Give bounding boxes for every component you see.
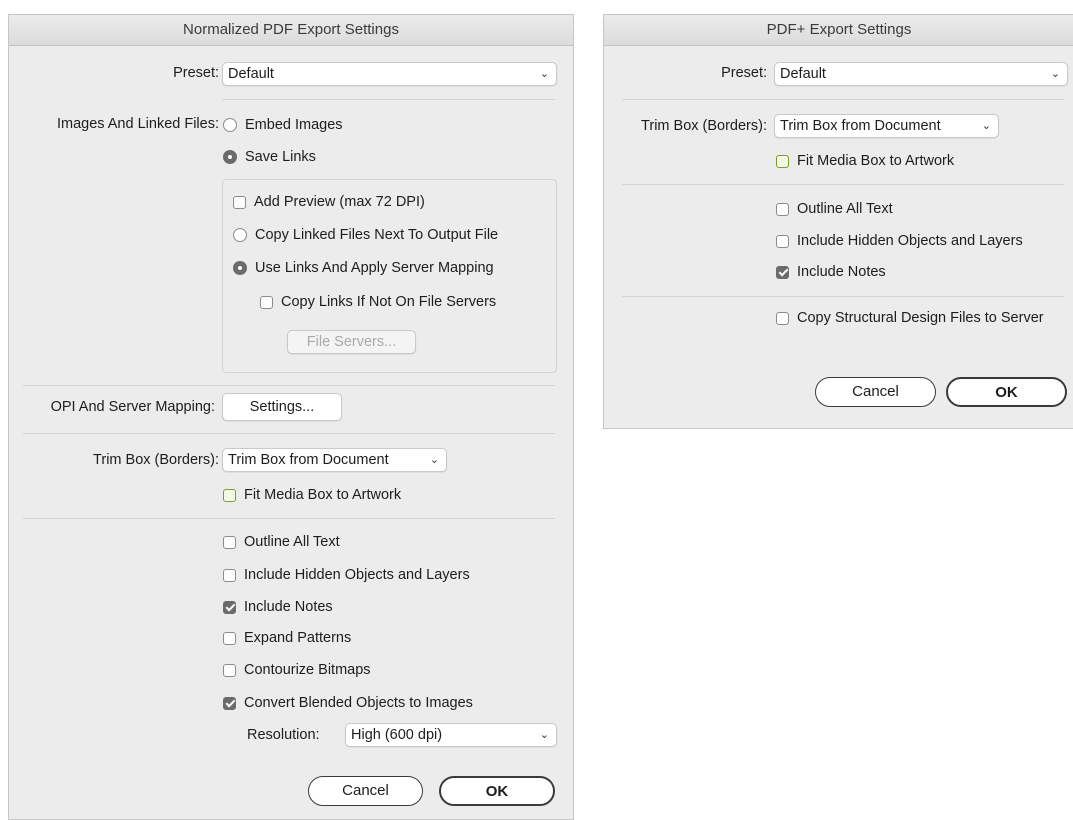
checkbox [776, 202, 789, 216]
ok-button[interactable]: OK [439, 776, 555, 806]
cancel-button[interactable]: Cancel [815, 377, 936, 407]
settings-button[interactable]: Settings... [222, 393, 342, 421]
dialog-title: Normalized PDF Export Settings [9, 15, 573, 46]
checkbox [776, 234, 789, 248]
convert-blended-objects-checkbox[interactable]: Convert Blended Objects to Images [223, 693, 473, 713]
separator [23, 385, 555, 386]
include-notes-checkbox[interactable]: Include Notes [223, 597, 333, 617]
checkbox [260, 295, 273, 309]
checkbox [223, 568, 236, 582]
separator [622, 99, 1064, 100]
chevron-down-icon: ⌄ [1050, 68, 1060, 80]
trim-box-select[interactable]: Trim Box from Document ⌄ [774, 114, 999, 138]
copy-structural-design-checkbox[interactable]: Copy Structural Design Files to Server [776, 309, 1066, 328]
resolution-label: Resolution: [247, 727, 320, 743]
include-notes-checkbox[interactable]: Include Notes [776, 262, 886, 282]
separator [23, 518, 555, 519]
trim-box-value: Trim Box from Document [780, 118, 941, 134]
save-links-radio[interactable]: Save Links [223, 147, 316, 167]
checkbox [776, 265, 789, 279]
preset-value: Default [780, 66, 826, 82]
include-hidden-objects-checkbox[interactable]: Include Hidden Objects and Layers [223, 565, 470, 585]
separator [622, 184, 1064, 185]
normalized-pdf-export-dialog: Normalized PDF Export Settings Preset: D… [8, 14, 574, 820]
fit-media-box-checkbox[interactable]: Fit Media Box to Artwork [223, 485, 401, 505]
cancel-button[interactable]: Cancel [308, 776, 423, 806]
embed-images-radio[interactable]: Embed Images [223, 115, 343, 135]
pdf-plus-export-dialog: PDF+ Export Settings Preset: Default ⌄ T… [603, 14, 1073, 429]
file-servers-button[interactable]: File Servers... [287, 330, 416, 354]
dialog-title: PDF+ Export Settings [604, 15, 1073, 46]
resolution-select[interactable]: High (600 dpi) ⌄ [345, 723, 557, 747]
preset-select[interactable]: Default ⌄ [222, 62, 557, 86]
resolution-value: High (600 dpi) [351, 727, 443, 743]
copy-links-if-not-on-servers-checkbox[interactable]: Copy Links If Not On File Servers [260, 292, 496, 312]
checkbox [233, 195, 246, 209]
contourize-bitmaps-checkbox[interactable]: Contourize Bitmaps [223, 660, 371, 680]
trim-box-value: Trim Box from Document [228, 452, 389, 468]
checkbox [223, 488, 236, 502]
copy-linked-files-radio[interactable]: Copy Linked Files Next To Output File [233, 225, 498, 245]
trim-box-label: Trim Box (Borders): [641, 118, 767, 134]
checkbox [223, 600, 236, 614]
ok-button[interactable]: OK [946, 377, 1067, 407]
separator [622, 296, 1064, 297]
separator [23, 433, 555, 434]
radio-button [223, 150, 237, 164]
opi-server-mapping-label: OPI And Server Mapping: [50, 399, 215, 415]
trim-box-select[interactable]: Trim Box from Document ⌄ [222, 448, 447, 472]
use-links-server-mapping-radio[interactable]: Use Links And Apply Server Mapping [233, 258, 494, 278]
include-hidden-objects-checkbox[interactable]: Include Hidden Objects and Layers [776, 231, 1023, 251]
outline-all-text-checkbox[interactable]: Outline All Text [223, 532, 340, 552]
checkbox [223, 696, 236, 710]
trim-box-label: Trim Box (Borders): [93, 452, 219, 468]
preset-value: Default [228, 66, 274, 82]
radio-button [233, 261, 247, 275]
chevron-down-icon: ⌄ [539, 68, 549, 80]
preset-label: Preset: [173, 65, 219, 81]
chevron-down-icon: ⌄ [429, 454, 439, 466]
preset-label: Preset: [721, 65, 767, 81]
preset-select[interactable]: Default ⌄ [774, 62, 1068, 86]
checkbox [223, 631, 236, 645]
radio-button [233, 228, 247, 242]
images-linked-files-label: Images And Linked Files: [56, 116, 219, 132]
checkbox [223, 535, 236, 549]
add-preview-checkbox[interactable]: Add Preview (max 72 DPI) [233, 192, 425, 212]
chevron-down-icon: ⌄ [981, 120, 991, 132]
separator [222, 99, 555, 100]
fit-media-box-checkbox[interactable]: Fit Media Box to Artwork [776, 151, 954, 171]
outline-all-text-checkbox[interactable]: Outline All Text [776, 199, 893, 219]
expand-patterns-checkbox[interactable]: Expand Patterns [223, 628, 351, 648]
checkbox [223, 663, 236, 677]
checkbox [776, 154, 789, 168]
checkbox [776, 312, 789, 325]
chevron-down-icon: ⌄ [539, 729, 549, 741]
radio-button [223, 118, 237, 132]
